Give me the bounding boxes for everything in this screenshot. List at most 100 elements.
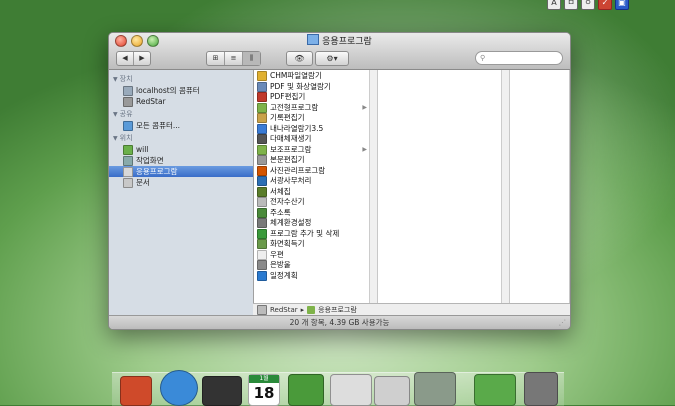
calendar-icon [257, 270, 267, 281]
list-item[interactable]: 서광사무처리 [254, 176, 377, 187]
sidebar-item[interactable]: localhost의 콤퓨터 [109, 85, 253, 96]
installer-dock-icon[interactable] [474, 374, 516, 406]
applications-column: CHM파일열람기 PDF 및 화상열람기 PDF편집기고전형프로그람 ▶ 기록편집기내나… [254, 70, 378, 316]
list-item[interactable]: 체계환경설정 [254, 218, 377, 229]
browser-icon [257, 123, 267, 134]
office-icon [257, 176, 267, 187]
list-item-label: 화면획득기 [270, 239, 305, 248]
column-scrollbar[interactable] [501, 70, 509, 316]
bell-icon [257, 260, 267, 271]
menubar-extras: A ㅁㅇ ✓ ▣ [547, 0, 629, 10]
list-item[interactable]: 내나라열람기3.5 [254, 124, 377, 135]
media-icon [257, 134, 267, 145]
addressbook-dock-icon[interactable] [288, 374, 324, 406]
sidebar-section-heading[interactable]: ▼ 공유 [109, 107, 253, 120]
menubar-extra-icon[interactable]: ▣ [615, 0, 629, 10]
calculator-dock-icon[interactable] [374, 376, 410, 406]
list-item-label: PDF편집기 [270, 92, 306, 101]
action-menu-button[interactable]: ⚙▾ [315, 51, 349, 66]
sidebar-item[interactable]: 모든 콤퓨터... [109, 120, 253, 131]
chevron-right-icon: ▶ [362, 103, 367, 111]
list-item-label: 체계환경설정 [270, 218, 312, 227]
text-icon [257, 155, 267, 166]
search-field[interactable]: ⚲ [475, 51, 563, 65]
list-view-button[interactable]: ≡ [225, 52, 243, 65]
finder-dock-icon[interactable] [120, 376, 152, 406]
column-scrollbar[interactable] [369, 70, 377, 316]
disclosure-triangle-icon[interactable]: ▼ [113, 76, 118, 83]
disclosure-triangle-icon[interactable]: ▼ [113, 135, 118, 142]
list-item[interactable]: 본문편집기 [254, 155, 377, 166]
list-item[interactable]: 화면획득기 [254, 239, 377, 250]
sidebar-item-label: RedStar [136, 97, 166, 106]
pdf-icon [257, 81, 267, 92]
list-item[interactable]: 고전형프로그람 ▶ [254, 103, 377, 114]
list-item-label: 프로그람 추가 및 삭제 [270, 228, 340, 238]
column-view-button[interactable]: ⫼ [243, 52, 260, 65]
photo-icon [257, 165, 267, 176]
back-button[interactable]: ◀ [117, 52, 134, 65]
list-item[interactable]: 은방울 [254, 260, 377, 271]
list-item[interactable]: 보조프로그람 ▶ [254, 145, 377, 156]
sidebar-section-heading[interactable]: ▼ 위치 [109, 131, 253, 144]
sidebar-item[interactable]: RedStar [109, 96, 253, 107]
list-item[interactable]: PDF편집기 [254, 92, 377, 103]
calendar-dock-icon[interactable]: 1월 18 [248, 374, 280, 406]
title-bar[interactable]: 응용프로그람 ◀ ▶ ⊞ ≡ ⫼ 👁 ⚙▾ ⚲ [109, 33, 570, 70]
sidebar-item-label: 문서 [136, 178, 150, 187]
settings-icon [257, 218, 267, 229]
quick-look-button[interactable]: 👁 [286, 51, 313, 66]
list-item-label: 일정계획 [270, 270, 298, 280]
list-item[interactable]: 기록편집기 [254, 113, 377, 124]
calendar-month: 1월 [249, 375, 279, 383]
trash-dock-icon[interactable] [524, 372, 558, 406]
sidebar-item[interactable]: 응용프로그람 [109, 166, 253, 177]
settings-dock-icon[interactable] [414, 372, 456, 406]
list-item-label: 다매체재생기 [270, 134, 312, 143]
list-item[interactable]: 서체집 [254, 187, 377, 198]
list-item[interactable]: PDF 및 화상열람기 [254, 82, 377, 93]
list-item[interactable]: 일정계획 [254, 271, 377, 282]
list-item[interactable]: 프로그람 추가 및 삭제 [254, 229, 377, 240]
window-title: 응용프로그람 [109, 34, 570, 47]
menubar-extra-icon[interactable]: ✓ [598, 0, 612, 10]
media-dock-icon[interactable] [202, 376, 242, 406]
forward-button[interactable]: ▶ [134, 52, 150, 65]
disk-icon [257, 305, 267, 315]
list-item[interactable]: 사진관리프로그람 [254, 166, 377, 177]
resize-grip-icon[interactable]: ⋰ [559, 316, 567, 329]
sidebar-section-heading[interactable]: ▼ 장치 [109, 72, 253, 85]
search-icon: ⚲ [480, 54, 486, 62]
sidebar-item-label: will [136, 145, 149, 154]
globe-dock-icon[interactable] [160, 370, 198, 406]
dock: 1월 18 [112, 370, 564, 406]
icon-view-button[interactable]: ⊞ [207, 52, 225, 65]
view-mode-control: ⊞ ≡ ⫼ [206, 51, 261, 66]
list-item-label: 보조프로그람 [270, 144, 312, 154]
list-item-label: 기록편집기 [270, 113, 305, 122]
sidebar-item[interactable]: 작업화면 [109, 155, 253, 166]
menubar-extra-icon[interactable]: A [547, 0, 561, 10]
disclosure-triangle-icon[interactable]: ▼ [113, 111, 118, 118]
calendar-day: 18 [253, 384, 275, 402]
finder-window: 응용프로그람 ◀ ▶ ⊞ ≡ ⫼ 👁 ⚙▾ ⚲ ▼ 장치 localhost의 콤퓨… [108, 32, 571, 330]
sidebar-heading-label: 공유 [119, 110, 133, 118]
list-item[interactable]: CHM파일열람기 [254, 71, 377, 82]
list-item[interactable]: 주소록 [254, 208, 377, 219]
list-item[interactable]: 다매체재생기 [254, 134, 377, 145]
sidebar-item[interactable]: will [109, 144, 253, 155]
menubar-extra-icon[interactable]: ㅁ [564, 0, 578, 10]
folder-icon [257, 102, 267, 113]
computer-icon [123, 85, 133, 96]
list-item[interactable]: 전자수산기 [254, 197, 377, 208]
list-item[interactable]: 우편 [254, 250, 377, 261]
sidebar: ▼ 장치 localhost의 콤퓨터 RedStar ▼ 공유 모든 콤퓨터... ▼ 위치 w… [109, 70, 254, 316]
home-icon [123, 144, 133, 155]
font-icon [257, 186, 267, 197]
menubar-extra-icon[interactable]: ㅇ [581, 0, 595, 10]
back-forward-control: ◀ ▶ [116, 51, 151, 66]
list-item-label: 서광사무처리 [270, 176, 312, 185]
preview-dock-icon[interactable] [330, 374, 372, 406]
sidebar-item[interactable]: 문서 [109, 177, 253, 188]
browser-body: ▼ 장치 localhost의 콤퓨터 RedStar ▼ 공유 모든 콤퓨터... ▼ 위치 w… [109, 70, 570, 316]
